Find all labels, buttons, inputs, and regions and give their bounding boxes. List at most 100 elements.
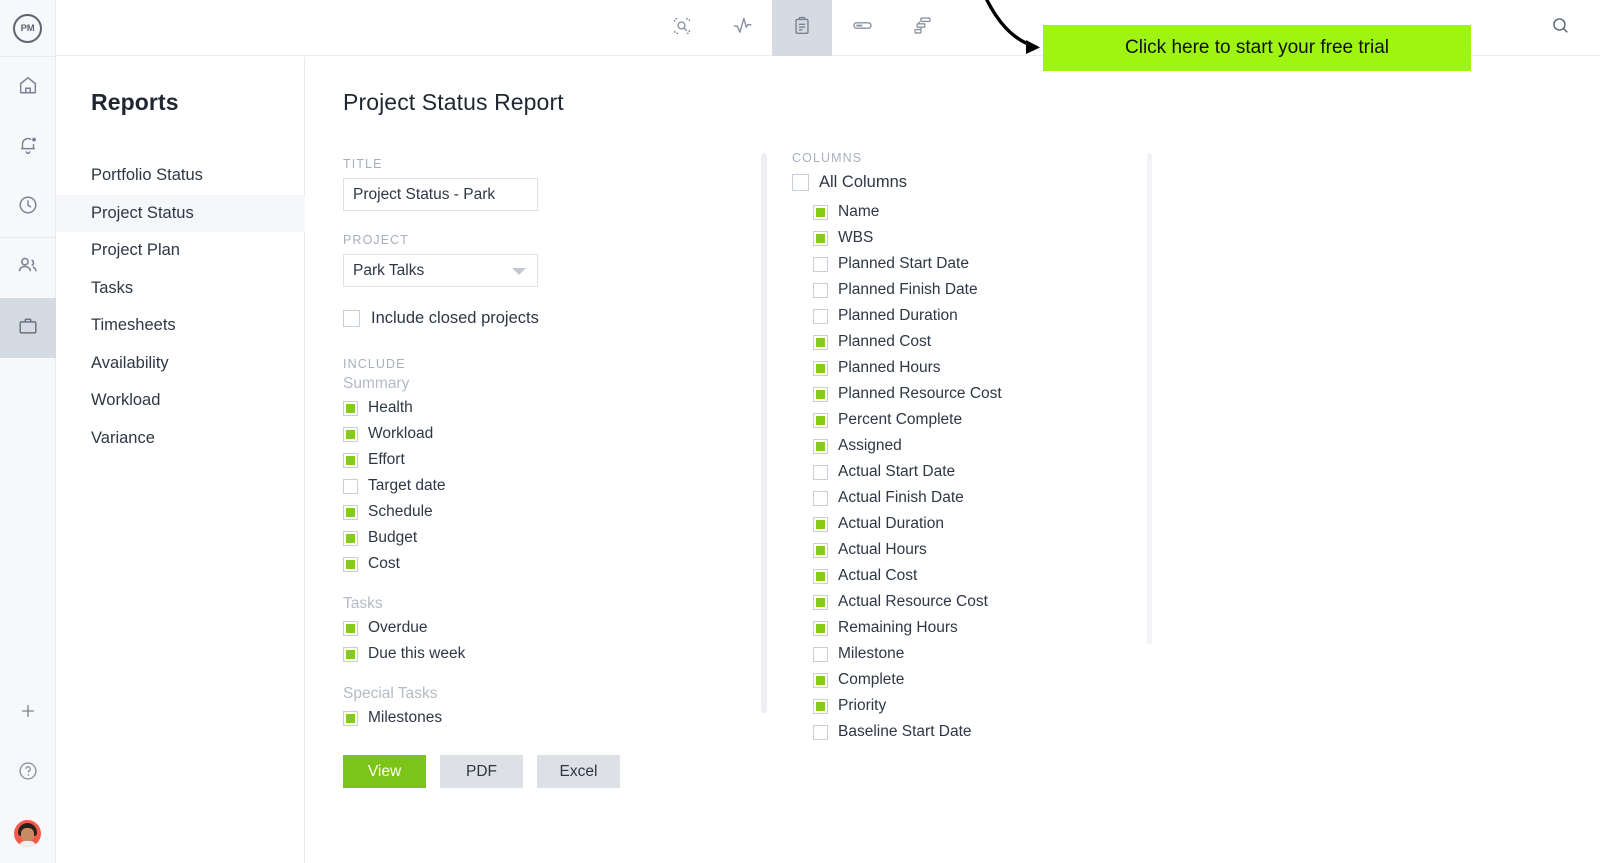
rail-item-time[interactable] [0,177,56,237]
sidebar-item-portfolio-status[interactable]: Portfolio Status [56,157,305,195]
column-option-priority[interactable]: Priority [792,693,1192,719]
search-button[interactable] [1540,0,1580,56]
option-budget[interactable]: Budget [343,525,763,551]
checkbox-label: Cost [368,555,400,572]
column-option-actual-duration[interactable]: Actual Duration [792,511,1192,537]
column-option-wbs[interactable]: WBS [792,225,1192,251]
excel-button[interactable]: Excel [537,755,620,788]
page-title: Project Status Report [343,89,564,115]
sidebar-item-project-status[interactable]: Project Status [56,194,305,232]
view-button[interactable]: View [343,755,426,788]
checkbox-label: WBS [838,229,874,246]
special-tasks-options: Milestones [343,705,763,731]
pdf-button[interactable]: PDF [440,755,523,788]
option-target-date[interactable]: Target date [343,473,763,499]
checkbox-box [792,173,809,191]
checkbox-box [813,230,828,246]
checkbox-label: Milestones [368,709,443,726]
column-option-all-columns[interactable]: All Columns [792,169,1192,195]
checkbox-box [813,204,828,220]
column-option-actual-hours[interactable]: Actual Hours [792,537,1192,563]
tab-cards[interactable] [832,0,892,56]
checkbox-box [813,620,828,636]
checkbox-box [343,556,358,572]
column-option-percent-complete[interactable]: Percent Complete [792,407,1192,433]
checkbox-box [343,452,358,468]
rail-item-help[interactable] [0,743,56,803]
option-health[interactable]: Health [343,395,763,421]
option-workload[interactable]: Workload [343,421,763,447]
include-closed-projects-checkbox[interactable]: Include closed projects [343,305,763,331]
report-options-form: TITLE PROJECT Park Talks Include closed … [343,157,763,788]
sidebar-item-project-plan[interactable]: Project Plan [56,232,305,270]
column-option-actual-start-date[interactable]: Actual Start Date [792,459,1192,485]
checkbox-box [813,698,828,714]
column-option-planned-hours[interactable]: Planned Hours [792,355,1192,381]
checkbox-label: Budget [368,529,418,546]
column-option-planned-cost[interactable]: Planned Cost [792,329,1192,355]
sidebar-item-variance[interactable]: Variance [56,420,305,458]
add-icon [18,701,38,726]
checkbox-box [343,478,358,494]
column-option-assigned[interactable]: Assigned [792,433,1192,459]
column-option-planned-duration[interactable]: Planned Duration [792,303,1192,329]
sidebar-item-availability[interactable]: Availability [56,345,305,383]
sidebar-item-workload[interactable]: Workload [56,382,305,420]
column-option-baseline-start-date[interactable]: Baseline Start Date [792,719,1192,745]
rail-item-home[interactable] [0,57,56,117]
checkbox-box [813,412,828,428]
checkbox-box [813,256,828,272]
option-overdue[interactable]: Overdue [343,615,763,641]
checkbox-label: Planned Start Date [838,255,969,272]
checkbox-label: Overdue [368,619,428,636]
search-icon [1550,15,1571,41]
checkbox-label: Planned Resource Cost [838,385,1002,402]
column-option-milestone[interactable]: Milestone [792,641,1192,667]
clipboard-reports-icon [791,15,813,42]
column-option-remaining-hours[interactable]: Remaining Hours [792,615,1192,641]
rail-item-notifications[interactable] [0,117,56,177]
free-trial-banner[interactable]: Click here to start your free trial [1043,25,1471,71]
checkbox-label: Effort [368,451,405,468]
rail-item-people[interactable] [0,238,56,298]
form-scrollbar[interactable] [761,153,767,713]
column-option-actual-finish-date[interactable]: Actual Finish Date [792,485,1192,511]
project-select[interactable]: Park Talks [343,254,538,287]
title-field-label: TITLE [343,157,383,171]
checkbox-label: Remaining Hours [838,619,958,636]
checkbox-label: Percent Complete [838,411,963,428]
checkbox-label: Actual Duration [838,515,944,532]
time-icon [17,194,39,221]
tab-overview[interactable] [652,0,712,56]
option-cost[interactable]: Cost [343,551,763,577]
checkbox-box [343,400,358,416]
rail-item-add[interactable] [0,683,56,743]
column-option-planned-resource-cost[interactable]: Planned Resource Cost [792,381,1192,407]
column-option-actual-resource-cost[interactable]: Actual Resource Cost [792,589,1192,615]
sidebar-item-tasks[interactable]: Tasks [56,270,305,308]
column-option-actual-cost[interactable]: Actual Cost [792,563,1192,589]
option-due-this-week[interactable]: Due this week [343,641,763,667]
app-logo[interactable]: PM [0,0,56,56]
reports-nav-list: Portfolio Status Project Status Project … [56,157,305,457]
column-option-planned-start-date[interactable]: Planned Start Date [792,251,1192,277]
checkbox-box [813,360,828,376]
reports-sidebar: Reports Portfolio Status Project Status … [56,57,305,863]
option-milestones[interactable]: Milestones [343,705,763,731]
tab-pulse[interactable] [712,0,772,56]
checkbox-label: All Columns [819,172,908,191]
header-tool-group [652,0,952,56]
card-view-icon [851,14,874,42]
rail-item-projects[interactable] [0,298,56,358]
option-effort[interactable]: Effort [343,447,763,473]
title-input[interactable] [343,178,538,211]
tab-reports[interactable] [772,0,832,56]
option-schedule[interactable]: Schedule [343,499,763,525]
checkbox-label: Schedule [368,503,433,520]
column-option-complete[interactable]: Complete [792,667,1192,693]
rail-item-account[interactable] [0,803,56,863]
column-option-planned-finish-date[interactable]: Planned Finish Date [792,277,1192,303]
column-option-name[interactable]: Name [792,199,1192,225]
sidebar-item-timesheets[interactable]: Timesheets [56,307,305,345]
checkbox-box [813,672,828,688]
